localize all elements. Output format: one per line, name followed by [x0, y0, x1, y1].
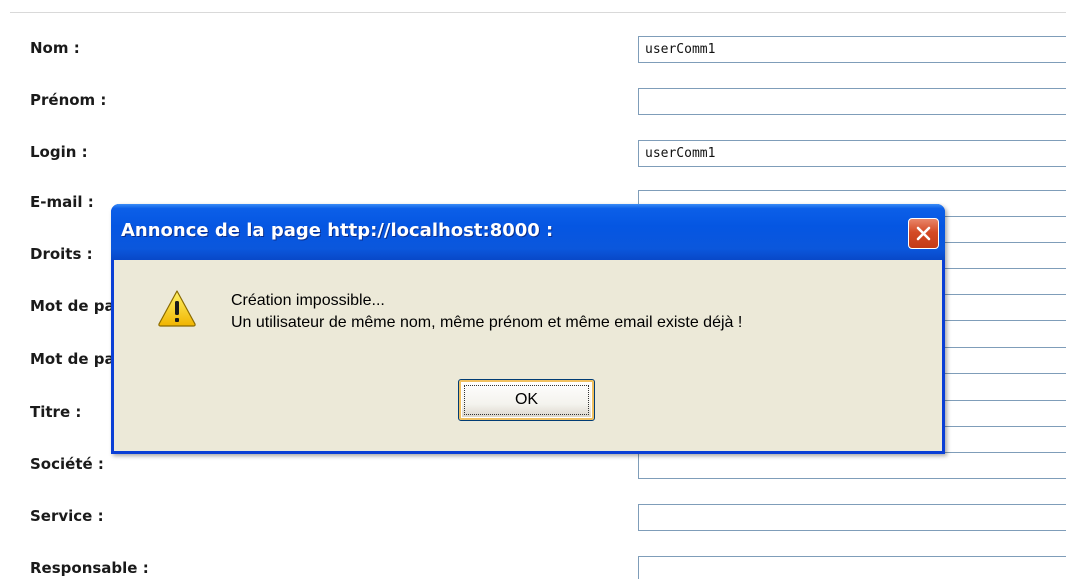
dialog-message-line2: Un utilisateur de même nom, même prénom …	[231, 314, 743, 331]
nom-label: Nom :	[30, 39, 80, 57]
nom-input[interactable]	[638, 36, 1066, 63]
form-row-responsable: Responsable :	[0, 556, 1066, 579]
close-button[interactable]	[908, 218, 939, 249]
responsable-input[interactable]	[638, 556, 1066, 579]
ok-button-label: OK	[514, 391, 539, 408]
login-label: Login :	[30, 143, 88, 161]
dialog-message-line1: Création impossible...	[231, 292, 385, 309]
service-input[interactable]	[638, 504, 1066, 531]
dialog-titlebar[interactable]: Annonce de la page http://localhost:8000…	[111, 204, 945, 260]
warning-icon	[158, 290, 196, 327]
form-row-service: Service :	[0, 504, 1066, 532]
titre-label: Titre :	[30, 403, 82, 421]
close-icon	[916, 226, 931, 241]
societe-input[interactable]	[638, 452, 1066, 479]
form-row-societe: Société :	[0, 452, 1066, 480]
responsable-label: Responsable :	[30, 559, 149, 577]
email-label: E-mail :	[30, 193, 94, 211]
form-row-prenom: Prénom :	[0, 88, 1066, 116]
page: Nom : Prénom : Login : E-mail : Droits :…	[0, 0, 1066, 579]
droits-label: Droits :	[30, 245, 93, 263]
societe-label: Société :	[30, 455, 104, 473]
login-input[interactable]	[638, 140, 1066, 167]
prenom-label: Prénom :	[30, 91, 107, 109]
top-divider	[10, 12, 1066, 13]
service-label: Service :	[30, 507, 104, 525]
alert-dialog: Annonce de la page http://localhost:8000…	[111, 204, 945, 454]
dialog-title: Annonce de la page http://localhost:8000…	[121, 220, 554, 241]
form-row-nom: Nom :	[0, 36, 1066, 64]
ok-button[interactable]: OK	[458, 379, 595, 421]
prenom-input[interactable]	[638, 88, 1066, 115]
form-row-login: Login :	[0, 140, 1066, 168]
